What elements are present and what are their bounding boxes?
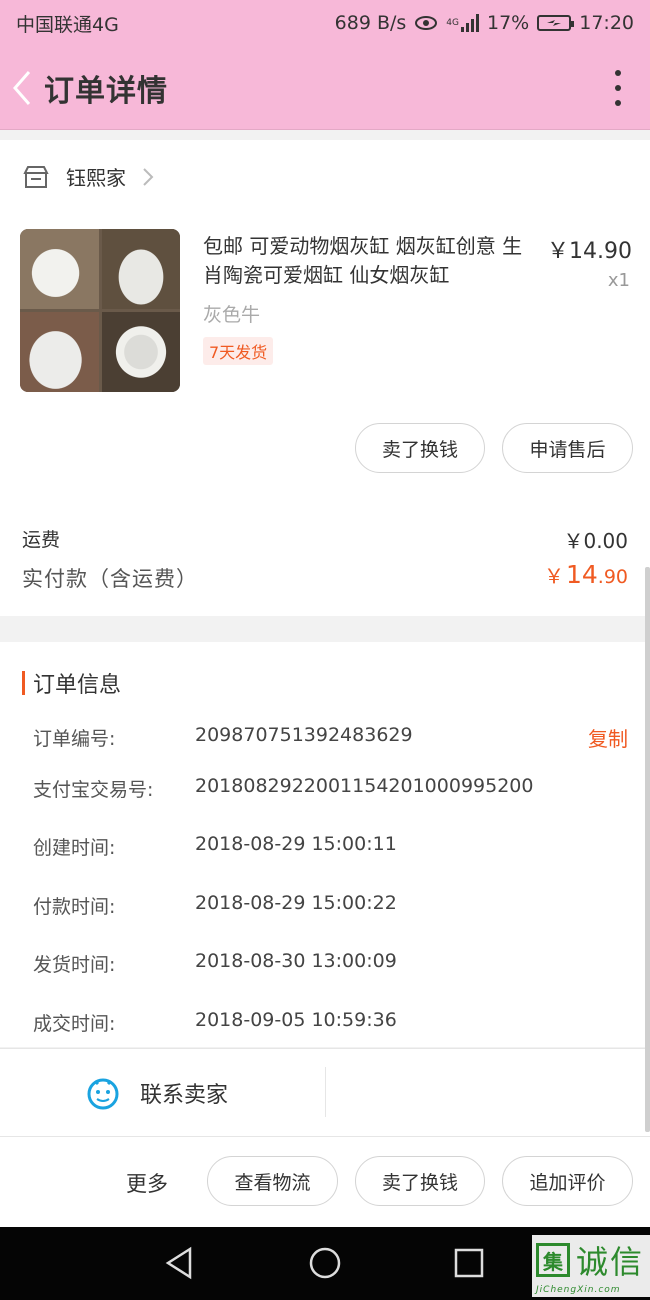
order-card: 钰熙家 包邮 可爱动物烟灰缸 烟灰缸创意 生肖陶瓷可爱烟缸 仙女烟灰缸 ￥14.… <box>0 140 650 616</box>
eye-icon <box>414 15 438 31</box>
info-value: 2018-08-29 15:00:22 <box>195 892 397 914</box>
info-row: 发货时间: 2018-08-30 13:00:09 <box>33 950 397 977</box>
store-icon <box>23 165 49 188</box>
add-review-button[interactable]: 追加评价 <box>502 1156 633 1206</box>
clock: 17:20 <box>579 12 634 34</box>
watermark-text: 诚信 <box>576 1243 645 1281</box>
system-nav-bar: 集 诚信 JiChengXin.com <box>0 1227 650 1300</box>
info-key: 订单编号: <box>33 728 116 750</box>
action-bar: 更多 查看物流 卖了换钱 追加评价 <box>0 1136 650 1227</box>
sell-button[interactable]: 卖了换钱 <box>355 423 485 473</box>
watermark-box: 集 <box>536 1243 570 1277</box>
info-key: 发货时间: <box>33 954 116 976</box>
view-logistics-button[interactable]: 查看物流 <box>207 1156 338 1206</box>
nav-back-icon[interactable] <box>162 1245 198 1281</box>
order-info-title: 订单信息 <box>33 673 122 698</box>
scrollbar[interactable] <box>645 567 650 1132</box>
contact-bar: 联系卖家 <box>0 1048 650 1136</box>
chevron-right-icon <box>143 167 154 186</box>
battery-charging-icon <box>537 15 575 31</box>
after-sale-button[interactable]: 申请售后 <box>502 423 633 473</box>
paid-amount: ￥ 14 .90 <box>544 560 628 589</box>
contact-seller-label: 联系卖家 <box>140 1083 229 1108</box>
paid-decimal: .90 <box>597 566 628 588</box>
more-button[interactable]: 更多 <box>126 1168 168 1198</box>
shop-name: 钰熙家 <box>66 166 126 190</box>
info-value: 2018-08-30 13:00:09 <box>195 950 397 972</box>
info-value: 2018-08-29 15:00:11 <box>195 833 397 855</box>
nav-bar: 订单详情 <box>0 46 650 130</box>
info-key: 支付宝交易号: <box>33 779 154 801</box>
watermark-logo: 集 诚信 JiChengXin.com <box>532 1235 650 1297</box>
carrier-label: 中国联通4G <box>16 13 119 36</box>
status-bar: 中国联通4G 689 B/s 4G 17% 17:20 <box>0 0 650 46</box>
page-title: 订单详情 <box>44 73 168 109</box>
info-row: 创建时间: 2018-08-29 15:00:11 <box>33 833 397 860</box>
divider <box>325 1067 326 1117</box>
copy-button[interactable]: 复制 <box>588 723 628 752</box>
back-button[interactable] <box>0 46 44 130</box>
info-row: 支付宝交易号: 2018082922001154201000995200 <box>33 775 533 802</box>
product-price: ￥14.90 <box>547 239 632 264</box>
contact-seller-button[interactable]: 联系卖家 <box>86 1049 228 1137</box>
network-type: 4G <box>446 18 459 28</box>
product-title[interactable]: 包邮 可爱动物烟灰缸 烟灰缸创意 生肖陶瓷可爱烟缸 仙女烟灰缸 <box>203 232 539 290</box>
info-row: 成交时间: 2018-09-05 10:59:36 <box>33 1009 397 1036</box>
info-row: 付款时间: 2018-08-29 15:00:22 <box>33 892 397 919</box>
info-key: 创建时间: <box>33 837 116 859</box>
product-variant: 灰色牛 <box>203 304 261 326</box>
status-right: 689 B/s 4G 17% 17:20 <box>335 12 634 34</box>
info-key: 成交时间: <box>33 1013 116 1035</box>
product-image[interactable] <box>20 229 180 392</box>
info-value: 2018-09-05 10:59:36 <box>195 1009 397 1031</box>
sell-button[interactable]: 卖了换钱 <box>355 1156 485 1206</box>
more-vertical-icon[interactable] <box>612 70 624 106</box>
accent-bar <box>22 671 25 695</box>
paid-integer: 14 <box>565 560 598 589</box>
nav-home-icon[interactable] <box>307 1245 343 1281</box>
chat-face-icon <box>87 1078 119 1110</box>
shop-row[interactable]: 钰熙家 <box>22 162 154 191</box>
order-info-section: 订单信息 复制 订单编号: 209870751392483629 支付宝交易号:… <box>0 642 650 1047</box>
info-value: 209870751392483629 <box>195 724 413 746</box>
paid-label: 实付款（含运费） <box>22 567 198 591</box>
shipping-value: ￥0.00 <box>563 529 628 553</box>
network-speed: 689 B/s <box>334 12 407 34</box>
ship-badge: 7天发货 <box>203 337 274 365</box>
info-row: 订单编号: 209870751392483629 <box>33 724 413 751</box>
signal-icon: 4G <box>446 14 479 32</box>
order-info-header: 订单信息 <box>22 667 121 699</box>
info-key: 付款时间: <box>33 896 116 918</box>
watermark-sub: JiChengXin.com <box>536 1285 621 1295</box>
paid-currency: ￥ <box>543 564 564 588</box>
product-quantity: x1 <box>607 270 630 291</box>
nav-recent-icon[interactable] <box>451 1245 487 1281</box>
battery-percent: 17% <box>487 12 530 34</box>
back-chevron-icon <box>13 70 31 105</box>
info-value: 2018082922001154201000995200 <box>195 775 534 797</box>
shipping-label: 运费 <box>22 529 61 551</box>
